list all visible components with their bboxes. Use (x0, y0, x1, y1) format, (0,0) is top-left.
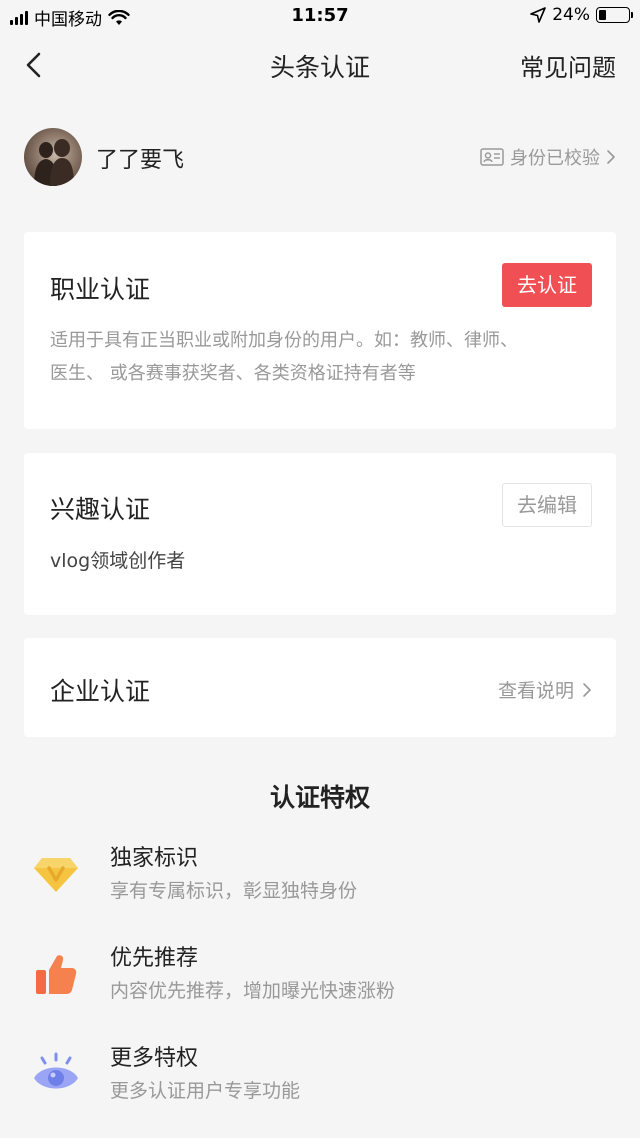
interest-cert-title: 兴趣认证 (50, 495, 151, 524)
view-explanation-label: 查看说明 (497, 680, 574, 702)
location-arrow-icon (530, 7, 547, 23)
id-card-icon (480, 148, 504, 166)
privilege-title: 更多特权 (110, 1046, 199, 1071)
eye-icon (34, 1052, 78, 1089)
username: 了了要飞 (96, 148, 185, 173)
identity-verified-label: 身份已校验 (510, 148, 600, 169)
enterprise-cert-title: 企业认证 (50, 677, 151, 706)
faq-button[interactable]: 常见问题 (520, 48, 616, 83)
professional-cert-description-line: 医生、 或各赛事获奖者、各类资格证持有者等 (50, 363, 416, 384)
professional-cert-card: 职业认证 去认证 适用于具有正当职业或附加身份的用户。如：教师、律师、 医生、 … (24, 232, 616, 429)
identity-verified-link[interactable]: 身份已校验 (480, 144, 616, 170)
start-certification-button[interactable]: 去认证 (502, 263, 592, 307)
privilege-desc: 更多认证用户专享功能 (110, 1080, 301, 1102)
profile-row: 了了要飞 身份已校验 (24, 128, 616, 188)
edit-interest-button[interactable]: 去编辑 (502, 483, 592, 527)
avatar[interactable] (24, 128, 82, 186)
status-right: 24% (530, 5, 633, 25)
enterprise-cert-card[interactable]: 企业认证 查看说明 (24, 638, 616, 737)
battery-fill (599, 10, 606, 20)
nav-bar: 头条认证 常见问题 (0, 34, 640, 96)
privilege-title: 独家标识 (110, 846, 199, 871)
chevron-right-icon (583, 682, 591, 697)
privilege-item: 优先推荐 内容优先推荐，增加曝光快速涨粉 (30, 940, 610, 1010)
professional-cert-description: 适用于具有正当职业或附加身份的用户。如：教师、律师、 医生、 或各赛事获奖者、各… (50, 324, 590, 390)
privilege-item: 更多特权 更多认证用户专享功能 (30, 1040, 610, 1110)
view-explanation-link[interactable]: 查看说明 (498, 676, 592, 703)
diamond-v-icon (34, 858, 78, 892)
battery-percent: 24% (552, 5, 590, 25)
privileges-section-title: 认证特权 (269, 783, 370, 812)
chevron-right-icon (607, 150, 615, 164)
privilege-title: 优先推荐 (110, 946, 199, 971)
professional-cert-description-line: 适用于具有正当职业或附加身份的用户。如：教师、律师、 (50, 330, 518, 351)
privilege-desc: 内容优先推荐，增加曝光快速涨粉 (110, 980, 396, 1002)
privilege-desc: 享有专属标识，彰显独特身份 (110, 880, 358, 902)
thumbs-up-icon (36, 955, 77, 994)
status-bar: 中国移动 11:57 24% (0, 0, 640, 34)
interest-cert-card: 兴趣认证 去编辑 vlog领域创作者 (24, 453, 616, 615)
professional-cert-title: 职业认证 (50, 275, 151, 304)
interest-cert-subtitle: vlog领域创作者 (50, 550, 186, 572)
privilege-item: 独家标识 享有专属标识，彰显独特身份 (30, 840, 610, 910)
battery-icon (596, 7, 633, 23)
